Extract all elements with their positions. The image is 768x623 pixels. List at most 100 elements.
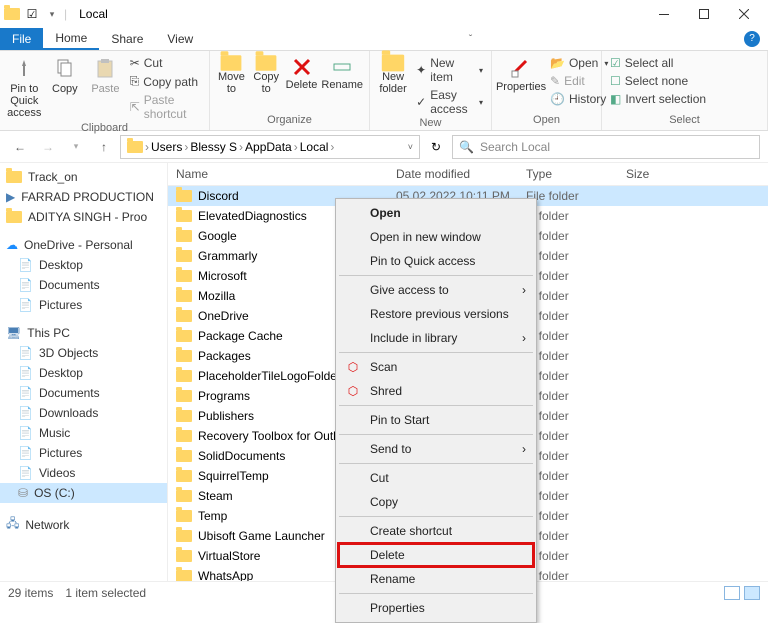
close-button[interactable] [724, 0, 764, 28]
minimize-ribbon-icon[interactable]: ˇ [469, 34, 472, 45]
invert-icon: ◧ [610, 92, 621, 106]
cm-shred[interactable]: ⬡Shred [338, 379, 534, 403]
sidebar-item[interactable]: 📄3D Objects [0, 343, 167, 363]
select-none-button[interactable]: ☐Select none [608, 73, 708, 89]
cm-give-access-to[interactable]: Give access to› [338, 278, 534, 302]
paste-shortcut-button[interactable]: ⇱Paste shortcut [128, 92, 203, 122]
cm-pin-quick-access[interactable]: Pin to Quick access [338, 249, 534, 273]
folder-icon [176, 390, 192, 402]
cm-cut[interactable]: Cut [338, 466, 534, 490]
column-date[interactable]: Date modified [396, 167, 526, 181]
tab-home[interactable]: Home [43, 28, 99, 50]
forward-button[interactable]: → [36, 140, 60, 154]
cm-copy[interactable]: Copy [338, 490, 534, 514]
minimize-button[interactable] [644, 0, 684, 28]
cm-pin-to-start[interactable]: Pin to Start [338, 408, 534, 432]
cm-restore-previous[interactable]: Restore previous versions [338, 302, 534, 326]
cut-button[interactable]: ✂Cut [128, 55, 203, 71]
sidebar-item[interactable]: 📄Pictures [0, 295, 167, 315]
column-type[interactable]: Type [526, 167, 626, 181]
pin-to-quick-access-button[interactable]: Pin to Quick access [6, 53, 43, 122]
sidebar-item[interactable]: 📄Pictures [0, 443, 167, 463]
document-icon: 📄 [18, 346, 33, 360]
sidebar-item[interactable]: 📄Documents [0, 383, 167, 403]
easy-access-button[interactable]: ✓Easy access▾ [414, 87, 485, 117]
edit-icon: ✎ [550, 74, 560, 88]
copy-button[interactable]: Copy [47, 53, 84, 122]
back-button[interactable]: ← [8, 140, 32, 154]
sidebar-item[interactable]: ADITYA SINGH - Proo [0, 207, 167, 227]
sidebar-item[interactable]: 📄Videos [0, 463, 167, 483]
details-view-button[interactable] [724, 586, 740, 600]
folder-icon [176, 410, 192, 422]
navigation-pane[interactable]: Track_on▶FARRAD PRODUCTIONADITYA SINGH -… [0, 163, 168, 581]
paste-button[interactable]: Paste [87, 53, 124, 122]
chevron-right-icon: › [522, 331, 526, 345]
column-size[interactable]: Size [626, 167, 760, 181]
rename-button[interactable]: Rename [321, 53, 363, 114]
cm-rename[interactable]: Rename [338, 567, 534, 591]
breadcrumb-segment[interactable]: AppData [245, 140, 292, 154]
sidebar-item[interactable]: 📄Desktop [0, 363, 167, 383]
breadcrumb-segment[interactable]: Blessy S [190, 140, 237, 154]
cm-open-new-window[interactable]: Open in new window [338, 225, 534, 249]
open-button[interactable]: 📂Open▾ [548, 55, 610, 71]
maximize-button[interactable] [684, 0, 724, 28]
breadcrumb-segment[interactable]: Users [151, 140, 182, 154]
sidebar-item[interactable]: ▶FARRAD PRODUCTION [0, 187, 167, 207]
selectnone-icon: ☐ [610, 74, 621, 88]
sidebar-item[interactable]: 📄Music [0, 423, 167, 443]
breadcrumb-dropdown-icon[interactable]: ˅ [408, 142, 413, 152]
properties-button[interactable]: Properties [498, 53, 544, 114]
checkbox-icon[interactable]: ☑ [24, 6, 40, 22]
folder-icon [127, 141, 143, 153]
copy-to-button[interactable]: Copy to [251, 53, 282, 114]
sidebar-item[interactable]: 🖧Network [0, 511, 167, 538]
cloud-icon: ☁ [6, 238, 18, 252]
sidebar-item[interactable]: 📄Downloads [0, 403, 167, 423]
sidebar-item[interactable]: ☁OneDrive - Personal [0, 235, 167, 255]
cm-open[interactable]: Open [338, 201, 534, 225]
folder-icon [176, 230, 192, 242]
help-icon[interactable]: ? [744, 31, 760, 47]
copy-path-button[interactable]: ⎘Copy path [128, 73, 203, 90]
cm-include-in-library[interactable]: Include in library› [338, 326, 534, 350]
recent-button[interactable]: ▾ [64, 141, 88, 152]
breadcrumb[interactable]: › Users› Blessy S› AppData› Local› ˅ [120, 135, 420, 159]
folder-icon [176, 510, 192, 522]
folder-icon [176, 310, 192, 322]
sidebar-item[interactable]: Track_on [0, 167, 167, 187]
tab-share[interactable]: Share [99, 28, 155, 50]
new-item-button[interactable]: ✦New item▾ [414, 55, 485, 85]
invert-selection-button[interactable]: ◧Invert selection [608, 91, 708, 107]
sidebar-item[interactable]: 🖥This PC [0, 323, 167, 343]
breadcrumb-segment[interactable]: Local [300, 140, 329, 154]
column-headers[interactable]: Name Date modified Type Size [168, 163, 768, 186]
select-all-button[interactable]: ☑Select all [608, 55, 708, 71]
cm-delete[interactable]: Delete [338, 543, 534, 567]
history-button[interactable]: 🕘History [548, 91, 610, 107]
delete-button[interactable]: Delete [286, 53, 318, 114]
folder-icon [176, 250, 192, 262]
tab-view[interactable]: View [155, 28, 205, 50]
cm-send-to[interactable]: Send to› [338, 437, 534, 461]
refresh-button[interactable]: ↻ [424, 140, 448, 154]
large-icons-view-button[interactable] [744, 586, 760, 600]
cm-properties[interactable]: Properties [338, 596, 534, 620]
search-input[interactable]: 🔍 Search Local [452, 135, 760, 159]
cm-create-shortcut[interactable]: Create shortcut [338, 519, 534, 543]
sidebar-item[interactable]: 📄Documents [0, 275, 167, 295]
dropdown-icon[interactable]: ▾ [44, 6, 60, 22]
sidebar-item[interactable]: ⛁OS (C:) [0, 483, 167, 503]
sidebar-item[interactable]: 📄Desktop [0, 255, 167, 275]
up-button[interactable]: ↑ [92, 140, 116, 154]
cm-scan[interactable]: ⬡Scan [338, 355, 534, 379]
move-to-button[interactable]: Move to [216, 53, 247, 114]
tab-file[interactable]: File [0, 28, 43, 50]
column-name[interactable]: Name [176, 167, 396, 181]
pasteshortcut-icon: ⇱ [130, 100, 140, 114]
new-folder-button[interactable]: New folder [376, 53, 410, 117]
edit-button[interactable]: ✎Edit [548, 73, 610, 89]
document-icon: 📄 [18, 466, 33, 480]
document-icon: 📄 [18, 406, 33, 420]
